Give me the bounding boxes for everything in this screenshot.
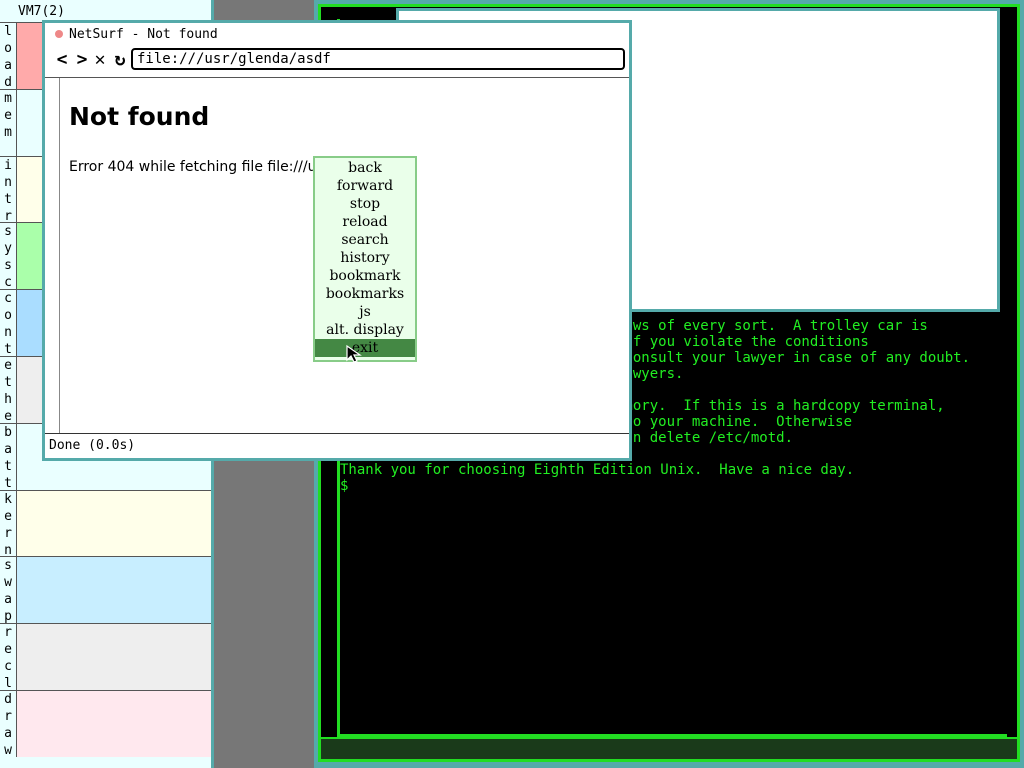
stat-graph	[17, 691, 211, 757]
menu-item-stop[interactable]: stop	[315, 195, 415, 213]
page-heading: Not found	[69, 102, 210, 131]
menu-item-search[interactable]: search	[315, 231, 415, 249]
stat-row: d r a w	[0, 690, 211, 757]
menu-item-reload[interactable]: reload	[315, 213, 415, 231]
stat-graph	[17, 557, 211, 624]
stat-label: e t h e	[0, 357, 17, 423]
toolbar: < > ✕ ↻ file:///usr/glenda/asdf	[45, 47, 629, 75]
stat-label: i n t r	[0, 156, 17, 223]
stat-label: b a t t	[0, 423, 17, 490]
context-menu[interactable]: back forward stop reload search history bookma…	[313, 156, 417, 362]
stat-graph	[17, 490, 211, 557]
stat-label: m e m	[0, 89, 17, 156]
stat-row: s w a p	[0, 556, 211, 624]
stat-label: l o a d	[0, 23, 17, 89]
window-title: NetSurf - Not found	[45, 23, 629, 47]
reload-icon[interactable]: ↻	[111, 51, 129, 69]
terminal-scrollbar[interactable]	[321, 737, 1017, 759]
terminal-line: emory. If this is a hardcopy terminal,	[616, 398, 945, 414]
terminal-line: laws of every sort. A trolley car is	[616, 318, 928, 334]
stat-row: k e r n	[0, 489, 211, 557]
stat-label: r e c l	[0, 624, 17, 690]
terminal-line: to your machine. Otherwise	[616, 414, 853, 430]
stop-icon[interactable]: ✕	[91, 51, 109, 69]
close-dot-icon[interactable]	[55, 30, 63, 38]
menu-item-exit[interactable]: exit	[315, 339, 415, 357]
menu-item-forward[interactable]: forward	[315, 177, 415, 195]
mouse-cursor-icon	[346, 344, 362, 363]
terminal-line: if you violate the conditions	[616, 334, 869, 350]
terminal-line: $	[340, 478, 349, 494]
stat-graph	[17, 624, 211, 690]
forward-icon[interactable]: >	[73, 51, 91, 69]
menu-item-history[interactable]: history	[315, 249, 415, 267]
content-margin-line	[59, 78, 60, 434]
stats-title: VM7(2)	[0, 0, 211, 20]
url-input[interactable]: file:///usr/glenda/asdf	[131, 48, 625, 70]
menu-item-js[interactable]: js	[315, 303, 415, 321]
stat-label: s w a p	[0, 557, 17, 624]
menu-item-bookmark[interactable]: bookmark	[315, 267, 415, 285]
status-bar: Done (0.0s)	[45, 433, 629, 458]
menu-item-alt-display[interactable]: alt. display	[315, 321, 415, 339]
terminal-line: Consult your lawyer in case of any doubt…	[616, 350, 971, 366]
stat-label: c o n t	[0, 290, 17, 356]
stat-label: k e r n	[0, 490, 17, 557]
menu-item-bookmarks[interactable]: bookmarks	[315, 285, 415, 303]
terminal-line: hen delete /etc/motd.	[616, 430, 794, 446]
window-title-text: NetSurf - Not found	[69, 27, 218, 42]
stat-label: s y s c	[0, 223, 17, 290]
stat-row: r e c l	[0, 623, 211, 690]
menu-item-back[interactable]: back	[315, 159, 415, 177]
back-icon[interactable]: <	[53, 51, 71, 69]
terminal-line: Thank you for choosing Eighth Edition Un…	[340, 462, 855, 478]
stat-label: d r a w	[0, 691, 17, 757]
